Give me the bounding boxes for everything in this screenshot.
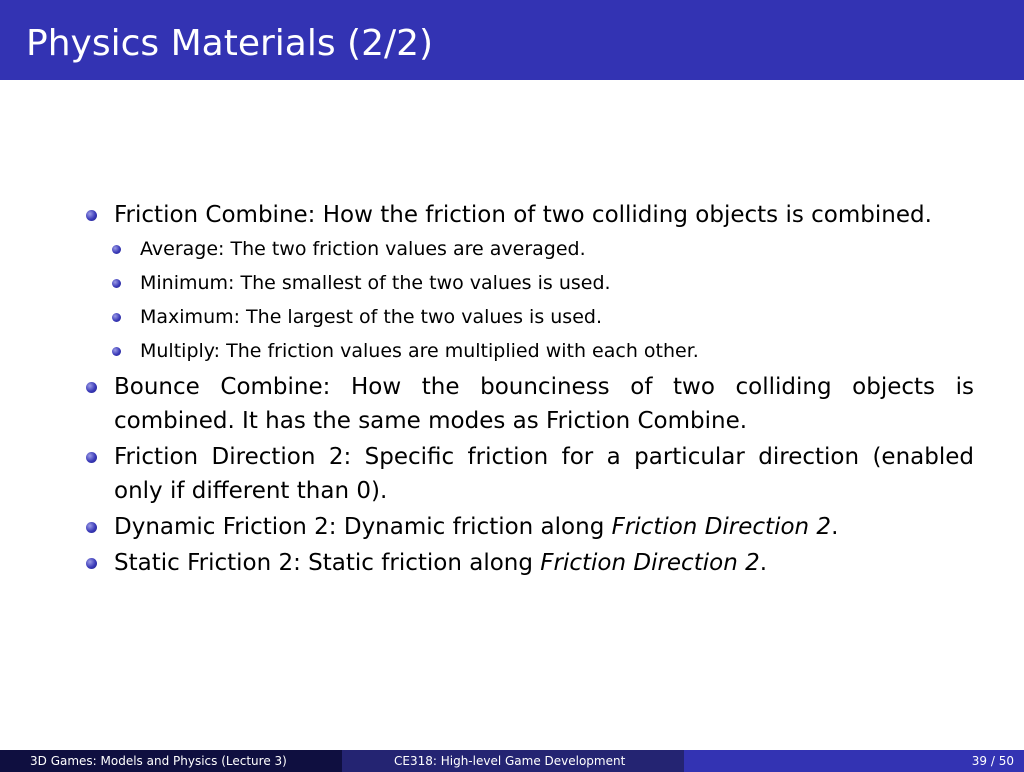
list-item: Multiply: The friction values are multip… [84,334,974,368]
slide-content: Friction Combine: How the friction of tw… [84,198,974,580]
bullet-static-friction: Static Friction 2: Static friction along… [84,546,974,580]
static-friction-text: Static Friction 2: Static friction along [114,550,541,576]
footer-left: 3D Games: Models and Physics (Lecture 3) [0,750,342,772]
bullet-icon [112,347,121,356]
list-item: Maximum: The largest of the two values i… [84,300,974,334]
bullet-icon [86,382,97,393]
title-bar: Physics Materials (2/2) [0,0,1024,80]
mode-minimum: Minimum: The smallest of the two values … [140,272,611,294]
footer: 3D Games: Models and Physics (Lecture 3)… [0,750,1024,772]
list-item: Average: The two friction values are ave… [84,232,974,266]
friction-direction-text: Friction Direction 2: Specific friction … [114,444,974,504]
bullet-friction-direction: Friction Direction 2: Specific friction … [84,440,974,508]
friction-combine-text: Friction Combine: How the friction of tw… [114,202,932,228]
page-number: 39 / 50 [971,754,1014,768]
bullet-icon [112,313,121,322]
footer-right: 39 / 50 [684,750,1024,772]
dynamic-friction-emphasis: Friction Direction 2 [611,514,832,540]
bullet-icon [112,245,121,254]
bullet-dynamic-friction: Dynamic Friction 2: Dynamic friction alo… [84,510,974,544]
bullet-icon [112,279,121,288]
dynamic-friction-end: . [831,514,839,540]
static-friction-emphasis: Friction Direction 2 [540,550,760,576]
footer-center: CE318: High-level Game Development [342,750,684,772]
mode-average: Average: The two friction values are ave… [140,238,586,260]
bullet-icon [86,522,97,533]
mode-maximum: Maximum: The largest of the two values i… [140,306,602,328]
slide-title: Physics Materials (2/2) [26,23,434,64]
dynamic-friction-text: Dynamic Friction 2: Dynamic friction alo… [114,514,612,540]
bullet-icon [86,558,97,569]
bullet-friction-combine: Friction Combine: How the friction of tw… [84,198,974,232]
bullet-bounce-combine: Bounce Combine: How the bounciness of tw… [84,370,974,438]
list-item: Minimum: The smallest of the two values … [84,266,974,300]
friction-combine-modes: Average: The two friction values are ave… [84,232,974,368]
bounce-combine-text: Bounce Combine: How the bounciness of tw… [114,374,974,434]
bullet-icon [86,210,97,221]
static-friction-end: . [759,550,768,576]
footer-lecture-title: 3D Games: Models and Physics (Lecture 3) [30,754,287,768]
footer-course-title: CE318: High-level Game Development [394,754,626,768]
mode-multiply: Multiply: The friction values are multip… [140,340,699,362]
bullet-icon [86,452,97,463]
